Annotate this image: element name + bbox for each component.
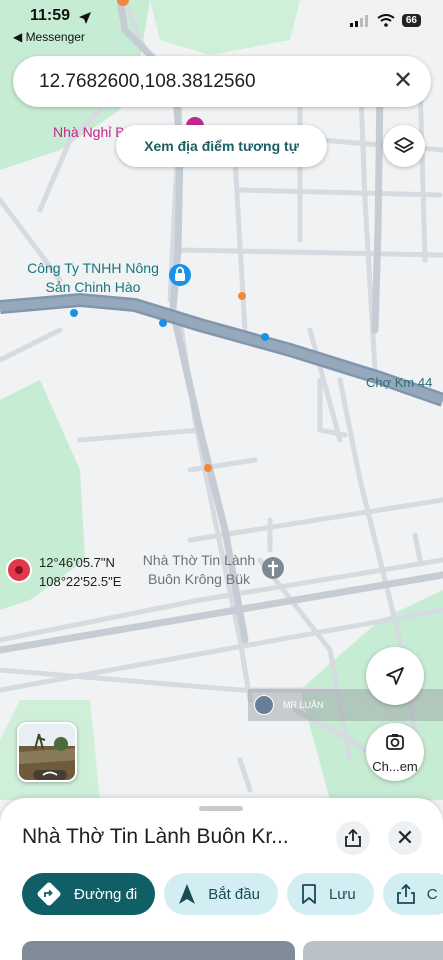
battery-icon: 66 — [401, 14, 421, 27]
share-icon — [345, 829, 361, 847]
search-bar[interactable]: 12.7682600,108.3812560 ✕ — [13, 56, 431, 107]
share-icon — [396, 884, 415, 904]
poi-dot-orange[interactable] — [238, 292, 246, 300]
lens-button-label: Ch...em — [372, 759, 418, 774]
map-label-church[interactable]: Nhà Thờ Tin Lành Buôn Krông Bük — [142, 551, 256, 589]
navigation-arrow-icon — [179, 884, 196, 904]
place-photo[interactable] — [303, 941, 443, 960]
pin-longitude: 108°22'52.5"E — [39, 574, 122, 589]
search-input[interactable]: 12.7682600,108.3812560 — [39, 71, 256, 93]
lock-icon[interactable] — [169, 264, 191, 286]
my-location-button[interactable] — [366, 647, 424, 705]
directions-button[interactable]: Đường đi — [22, 873, 156, 915]
poi-dot-orange[interactable] — [204, 464, 212, 472]
status-time: 11:59 — [30, 7, 71, 24]
pin-coordinates: 12°46'05.7"N 108°22'52.5"E — [39, 553, 121, 591]
save-label: Lưu — [328, 885, 356, 903]
street-view-photo — [19, 724, 75, 780]
layers-button[interactable] — [383, 125, 425, 167]
navigation-arrow-icon — [386, 667, 404, 685]
place-photo[interactable] — [22, 941, 295, 960]
sheet-grabber[interactable] — [199, 806, 243, 811]
close-icon: ✕ — [395, 825, 415, 850]
share-button[interactable] — [336, 821, 370, 855]
signal-icon — [349, 14, 368, 27]
layers-icon — [394, 137, 414, 153]
share-label: C — [426, 885, 438, 903]
pin-latitude: 12°46'05.7"N — [39, 555, 115, 570]
save-button[interactable]: Lưu — [286, 873, 374, 915]
action-buttons: Đường đi Bắt đầu Lưu C — [22, 873, 443, 915]
place-bottom-sheet[interactable]: Nhà Thờ Tin Lành Buôn Kr... ✕ Đường đi B… — [0, 798, 443, 960]
poi-dot-blue[interactable] — [70, 309, 78, 317]
user-name: MR LUÂN — [283, 700, 324, 710]
church-cross-icon[interactable] — [262, 557, 284, 579]
wifi-icon — [377, 14, 395, 27]
similar-places-button[interactable]: Xem địa điểm tương tự — [116, 125, 327, 167]
map-label-company[interactable]: Công Ty TNHH Nông Sản Chinh Hào — [23, 259, 163, 297]
status-icons: 66 — [349, 14, 421, 27]
share-action-button[interactable]: C — [382, 873, 443, 915]
location-pin-icon[interactable] — [6, 557, 32, 583]
start-button[interactable]: Bắt đầu — [164, 873, 278, 915]
back-to-app-link[interactable]: ◀ Messenger — [13, 30, 85, 44]
poi-dot-blue[interactable] — [159, 319, 167, 327]
directions-label: Đường đi — [74, 885, 138, 903]
poi-dot-blue[interactable] — [261, 333, 269, 341]
location-arrow-icon — [79, 12, 91, 24]
bookmark-icon — [302, 884, 316, 904]
start-label: Bắt đầu — [208, 885, 260, 903]
avatar — [254, 695, 274, 715]
street-view-thumbnail[interactable] — [17, 722, 77, 782]
camera-lens-icon — [386, 734, 404, 750]
close-sheet-button[interactable]: ✕ — [388, 821, 422, 855]
directions-icon — [37, 882, 61, 906]
lens-button[interactable]: Ch...em — [366, 723, 424, 781]
place-title: Nhà Thờ Tin Lành Buôn Kr... — [22, 825, 289, 848]
map-label-guesthouse[interactable]: Nhà Nghỉ B — [53, 123, 125, 142]
map-label-market[interactable]: Chợ Km 44 — [366, 373, 432, 392]
close-icon[interactable]: ✕ — [391, 69, 415, 93]
